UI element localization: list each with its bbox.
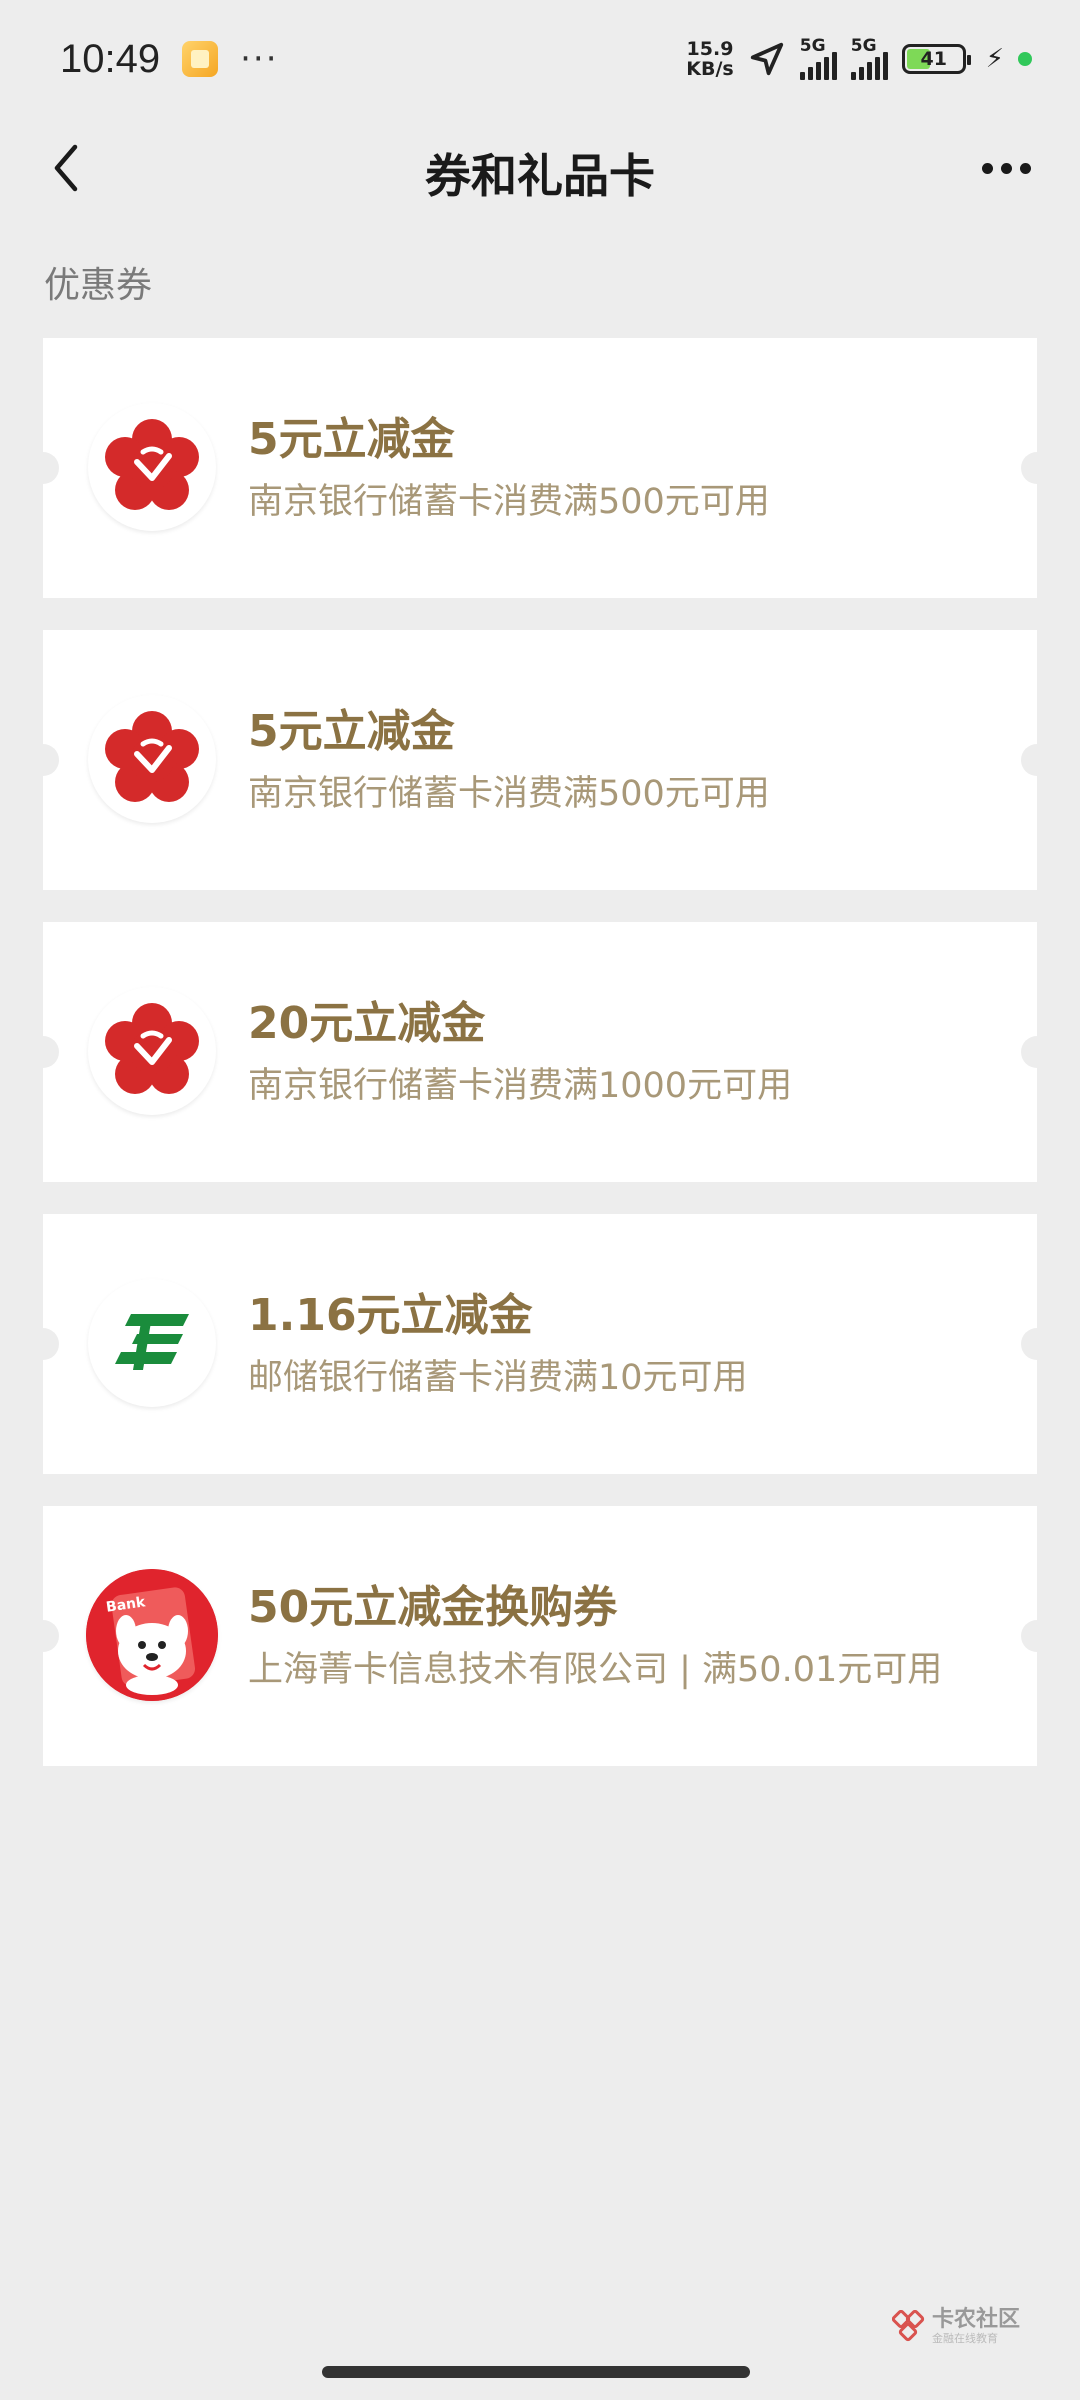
coupon-card[interactable]: 1.16元立减金 邮储银行储蓄卡消费满10元可用 [27, 1214, 1053, 1474]
gallery-notification-icon [182, 41, 219, 77]
coupon-card[interactable]: 20元立减金 南京银行储蓄卡消费满1000元可用 [27, 922, 1053, 1182]
nanjing-bank-logo-icon [88, 403, 216, 531]
watermark-text: 卡农社区 金融在线教育 [932, 2308, 1020, 2346]
coupon-text: 20元立减金 南京银行储蓄卡消费满1000元可用 [248, 994, 792, 1112]
jd-dog-bank-logo-icon: Bank [86, 1569, 218, 1701]
battery-level: 41 [920, 48, 947, 70]
coupon-title: 5元立减金 [248, 414, 455, 465]
signal-label: 5G [850, 36, 877, 56]
coupon-description: 南京银行储蓄卡消费满1000元可用 [248, 1066, 793, 1106]
status-left: 10:49 ··· [60, 37, 279, 82]
network-speed: 15.9 KB/s [686, 39, 733, 79]
coupon-description: 南京银行储蓄卡消费满500元可用 [248, 774, 770, 814]
status-right: 15.9 KB/s 5G 5G 41 ⚡ [686, 36, 1032, 80]
status-bar: 10:49 ··· 15.9 KB/s 5G 5G 41 ⚡ [0, 0, 1080, 118]
nanjing-bank-logo-icon [88, 695, 216, 823]
privacy-indicator-icon [1018, 52, 1032, 66]
more-dot-icon [1000, 162, 1012, 174]
nav-bar: 券和礼品卡 [0, 118, 1080, 218]
watermark-main: 卡农社区 [931, 2307, 1020, 2332]
status-time: 10:49 [60, 36, 161, 81]
net-speed-value: 15.9 [686, 38, 734, 60]
coupon-title: 20元立减金 [248, 998, 486, 1049]
postal-savings-bank-logo-icon [88, 1279, 216, 1407]
nanjing-bank-logo-icon [88, 987, 216, 1115]
location-icon [750, 42, 783, 76]
coupon-description: 上海菁卡信息技术有限公司 | 满50.01元可用 [248, 1650, 943, 1690]
watermark: 卡农社区 金融在线教育 [891, 2308, 1020, 2346]
charging-icon: ⚡ [985, 44, 1004, 74]
coupon-text: 5元立减金 南京银行储蓄卡消费满500元可用 [248, 702, 770, 820]
more-options-button[interactable] [968, 138, 1044, 198]
signal-label: 5G [799, 36, 826, 56]
coupon-card[interactable]: Bank 50元立减金换购券 上海菁卡信息技术有限公司 | 满50.01元可用 [27, 1506, 1053, 1766]
coupon-title: 1.16元立减金 [248, 1290, 533, 1341]
coupon-card[interactable]: 5元立减金 南京银行储蓄卡消费满500元可用 [27, 338, 1053, 598]
net-speed-unit: KB/s [686, 58, 734, 80]
coupon-card[interactable]: 5元立减金 南京银行储蓄卡消费满500元可用 [27, 630, 1053, 890]
watermark-sub: 金融在线教育 [931, 2332, 998, 2345]
coupon-title: 5元立减金 [248, 706, 455, 757]
more-dot-icon [981, 162, 993, 174]
coupon-text: 5元立减金 南京银行储蓄卡消费满500元可用 [248, 410, 770, 528]
signal-strength-icon: 5G [850, 36, 888, 80]
section-label: 优惠券 [44, 265, 153, 306]
signal-strength-icon: 5G [799, 36, 837, 80]
more-dot-icon [1019, 162, 1031, 174]
kanong-logo-icon [891, 2310, 925, 2342]
home-indicator[interactable] [322, 2366, 750, 2378]
page-title: 券和礼品卡 [425, 149, 655, 203]
coupon-list: 5元立减金 南京银行储蓄卡消费满500元可用 5元立减金 南京银行储蓄卡消费满5… [27, 338, 1053, 1798]
coupon-description: 邮储银行储蓄卡消费满10元可用 [248, 1358, 748, 1398]
coupon-title: 50元立减金换购券 [248, 1582, 618, 1633]
coupon-text: 50元立减金换购券 上海菁卡信息技术有限公司 | 满50.01元可用 [248, 1578, 942, 1696]
coupon-description: 南京银行储蓄卡消费满500元可用 [248, 482, 770, 522]
coupon-text: 1.16元立减金 邮储银行储蓄卡消费满10元可用 [248, 1286, 748, 1404]
more-notifications-icon: ··· [240, 39, 279, 79]
battery-icon: 41 [901, 44, 971, 74]
